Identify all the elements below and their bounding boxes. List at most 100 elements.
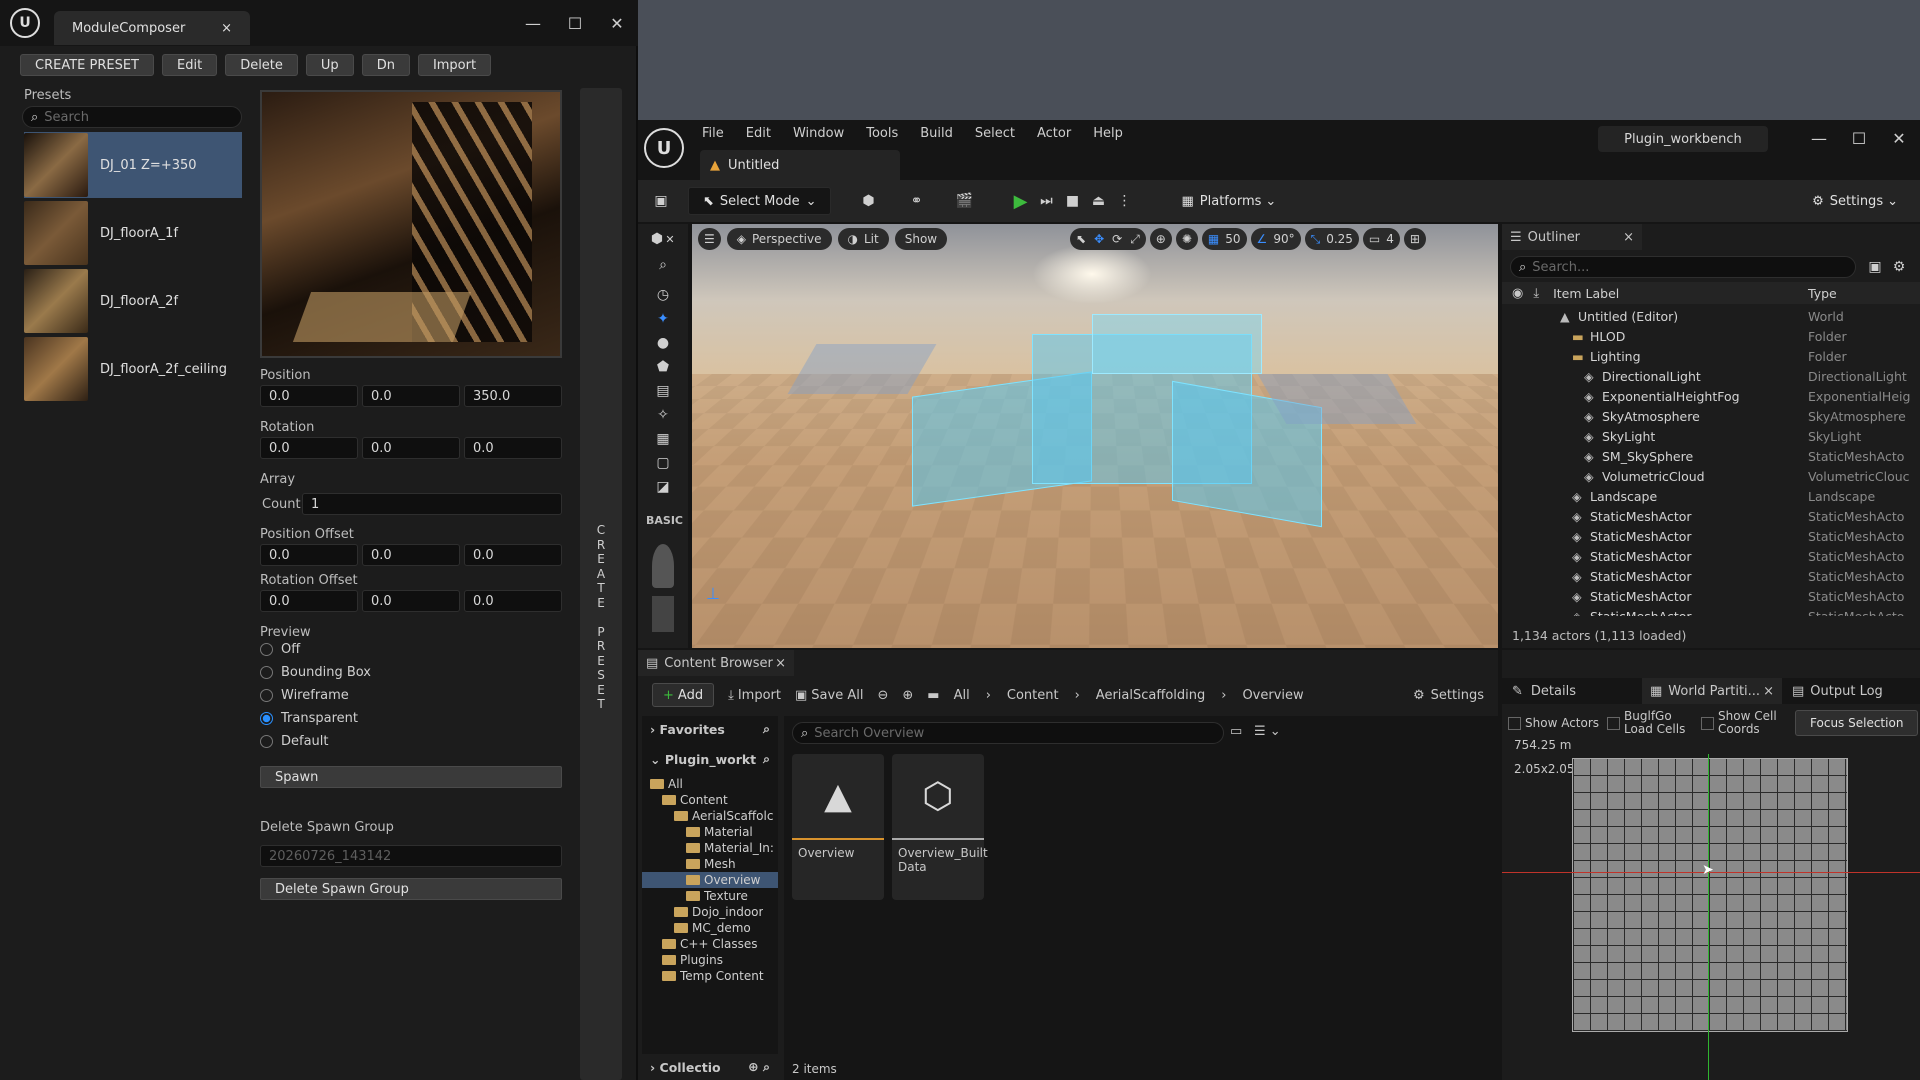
close-window-icon[interactable]: ✕ [596, 0, 638, 46]
folder-tree-item[interactable]: Temp Content [642, 968, 778, 984]
blueprint-icon[interactable]: ⚭ [897, 188, 935, 214]
menu-help[interactable]: Help [1093, 126, 1123, 141]
delete-spawn-group-button[interactable]: Delete Spawn Group [260, 878, 562, 900]
asset-search-input[interactable]: ⌕ Search Overview [792, 722, 1224, 744]
visibility-icon[interactable]: ◉ [1512, 286, 1523, 301]
focus-selection-button[interactable]: Focus Selection [1795, 710, 1919, 736]
world-partition-tab[interactable]: ▦ World Partiti... × [1642, 678, 1782, 704]
all-classes-icon[interactable]: ◪ [650, 474, 676, 500]
position-offset-z-field[interactable]: 0.0 [464, 544, 562, 566]
close-icon[interactable]: × [775, 656, 786, 671]
folder-tree-item[interactable]: Overview [642, 872, 778, 888]
platforms-dropdown[interactable]: ▦ Platforms ⌄ [1167, 190, 1290, 212]
item-label-header[interactable]: Item Label [1553, 286, 1619, 301]
scale-snap-button[interactable]: ⤡ 0.25 [1304, 228, 1359, 250]
position-offset-x-field[interactable]: 0.0 [260, 544, 358, 566]
content-browser-tab[interactable]: ▤ Content Browser × [638, 650, 794, 676]
outliner-row[interactable]: ▬ HLOD Folder [1502, 326, 1920, 346]
recent-icon[interactable]: ◷ [650, 282, 676, 308]
minimize-icon[interactable]: — [1798, 120, 1840, 156]
menu-select[interactable]: Select [975, 126, 1015, 141]
position-y-field[interactable]: 0.0 [362, 385, 460, 407]
forward-icon[interactable]: ⊕ [902, 688, 913, 703]
search-icon[interactable]: ⌕ [763, 751, 770, 767]
close-icon[interactable]: × [1763, 684, 1774, 699]
count-field[interactable]: 1 [302, 493, 562, 515]
basic-icon[interactable]: ✦ [650, 306, 676, 332]
asset-tile-overview[interactable]: ▲ Overview [792, 754, 884, 900]
outliner-row[interactable]: ◈ Landscape Landscape [1502, 486, 1920, 506]
viewport-menu-icon[interactable]: ☰ [698, 228, 721, 250]
rotation-offset-y-field[interactable]: 0.0 [362, 590, 460, 612]
spawn-button[interactable]: Spawn [260, 766, 562, 788]
edit-button[interactable]: Edit [162, 54, 218, 76]
scale-tool-icon[interactable]: ⤢ [1130, 232, 1140, 247]
preview-option[interactable]: Transparent [260, 711, 358, 726]
folder-tree-item[interactable]: Material_In: [642, 840, 778, 856]
lights-icon[interactable]: ● [650, 330, 676, 356]
maximize-icon[interactable]: ☐ [1838, 120, 1880, 156]
position-x-field[interactable]: 0.0 [260, 385, 358, 407]
preview-option[interactable]: Off [260, 642, 300, 657]
preset-item[interactable]: DJ_floorA_2f [24, 268, 242, 334]
outliner-row[interactable]: ◈ StaticMeshActor StaticMeshActo [1502, 566, 1920, 586]
add-collection-icon[interactable]: ⊕ ⌕ [748, 1059, 770, 1075]
folder-tree-item[interactable]: Plugins [642, 952, 778, 968]
type-header[interactable]: Type [1808, 286, 1837, 301]
minimize-icon[interactable]: — [512, 0, 554, 46]
cb-settings-button[interactable]: ⚙ Settings [1413, 688, 1484, 703]
show-cell-toggle[interactable]: Show Cell Coords [1701, 710, 1787, 736]
menu-tools[interactable]: Tools [866, 126, 898, 141]
close-icon[interactable]: × [1623, 230, 1634, 245]
more-options-icon[interactable]: ⋮ [1111, 188, 1137, 214]
outliner-tab[interactable]: ☰ Outliner × [1502, 224, 1642, 250]
breadcrumb-item[interactable]: All [954, 688, 970, 703]
build-load-toggle[interactable]: BuglfGo Load Cells [1607, 710, 1693, 736]
outliner-row[interactable]: ◈ VolumetricCloud VolumetricClouc [1502, 466, 1920, 486]
select-tool-icon[interactable]: ⬉ [1076, 232, 1086, 246]
camera-speed-button[interactable]: ▭ 4 [1362, 228, 1400, 250]
settings-dropdown[interactable]: ⚙ Settings ⌄ [1798, 190, 1912, 212]
search-icon[interactable]: ⌕ [650, 252, 676, 278]
outliner-search-input[interactable]: ⌕ Search... [1510, 256, 1856, 278]
outliner-row[interactable]: ◈ StaticMeshActor StaticMeshActo [1502, 606, 1920, 617]
add-button[interactable]: + Add [652, 683, 715, 707]
menu-window[interactable]: Window [793, 126, 844, 141]
outliner-row[interactable]: ◈ DirectionalLight DirectionalLight [1502, 366, 1920, 386]
menu-file[interactable]: File [702, 126, 724, 141]
plugin-header[interactable]: ⌄ Plugin_workt ⌕ [642, 746, 778, 772]
breadcrumb-item[interactable]: Content [1007, 688, 1059, 703]
close-icon[interactable]: × [221, 21, 232, 36]
filter-icon[interactable]: ☰ ⌄ [1254, 724, 1281, 739]
delete-button[interactable]: Delete [225, 54, 298, 76]
breadcrumb-item[interactable]: AerialScaffolding [1096, 688, 1205, 703]
layout-icon[interactable]: ⊞ [1403, 228, 1426, 250]
collections-header[interactable]: › Collectio ⊕ ⌕ [642, 1054, 778, 1080]
preset-search-input[interactable]: ⌕ Search [22, 106, 242, 128]
perspective-button[interactable]: ◈ Perspective [726, 228, 832, 250]
down-button[interactable]: Dn [361, 54, 410, 76]
output-log-tab[interactable]: ▤ Output Log [1782, 684, 1893, 699]
folder-icon[interactable]: ▬ [927, 688, 939, 703]
surface-snap-icon[interactable]: ✺ [1175, 228, 1198, 250]
breadcrumb-item[interactable]: Overview [1242, 688, 1303, 703]
world-local-icon[interactable]: ⊕ [1149, 228, 1172, 250]
play-icon[interactable]: ▶ [1007, 188, 1033, 214]
cinematic-icon[interactable]: ▤ [650, 378, 676, 404]
outliner-row[interactable]: ◈ SkyLight SkyLight [1502, 426, 1920, 446]
save-search-icon[interactable]: ▭ [1230, 724, 1242, 739]
spawn-group-field[interactable]: 20260726_143142 [260, 845, 562, 867]
shapes-icon[interactable]: ⬟ [650, 354, 676, 380]
folder-tree-item[interactable]: Mesh [642, 856, 778, 872]
preset-item[interactable]: DJ_floorA_2f_ceiling [24, 336, 242, 402]
menu-actor[interactable]: Actor [1037, 126, 1071, 141]
outliner-row[interactable]: ▬ Lighting Folder [1502, 346, 1920, 366]
stop-icon[interactable]: ■ [1059, 188, 1085, 214]
outliner-row[interactable]: ◈ ExponentialHeightFog ExponentialHeig [1502, 386, 1920, 406]
rotation-offset-z-field[interactable]: 0.0 [464, 590, 562, 612]
outliner-row[interactable]: ◈ SM_SkySphere StaticMeshActo [1502, 446, 1920, 466]
folder-tree-item[interactable]: Content [642, 792, 778, 808]
actor-thumb[interactable] [652, 544, 674, 588]
rotation-x-field[interactable]: 0.0 [260, 437, 358, 459]
folder-tree-item[interactable]: AerialScaffolc [642, 808, 778, 824]
